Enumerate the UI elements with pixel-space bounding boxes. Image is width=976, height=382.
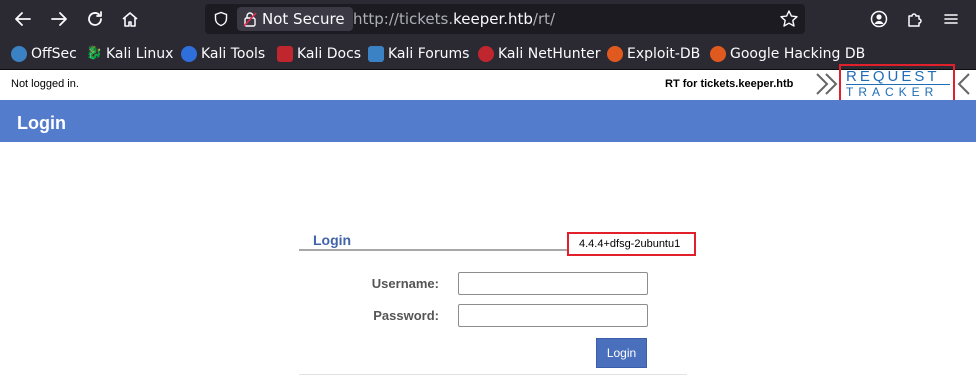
- rt-logo[interactable]: REQUEST TRACKER: [839, 64, 955, 103]
- puzzle-icon: [908, 13, 922, 27]
- kali-nethunter-icon: [478, 46, 494, 62]
- menu-button[interactable]: [938, 7, 964, 31]
- bookmark-kali-linux[interactable]: 🐉 Kali Linux: [86, 44, 173, 64]
- google-hacking-db-icon: [710, 46, 726, 62]
- logo-chevron-right-icon: [957, 73, 970, 95]
- login-form: Login 4.4.4+dfsg-2ubuntu1 Username: Pass…: [299, 230, 696, 380]
- arrow-left-icon: [15, 12, 31, 26]
- bookmark-label: Kali Docs: [297, 46, 362, 62]
- password-label: Password:: [373, 308, 439, 323]
- password-input[interactable]: [458, 304, 648, 327]
- kali-forums-icon: [368, 46, 384, 62]
- bookmark-label: Google Hacking DB: [730, 46, 866, 62]
- username-label: Username:: [371, 276, 439, 291]
- instance-label: RT for tickets.keeper.htb: [665, 78, 794, 90]
- url-text[interactable]: http://tickets.keeper.htb/rt/: [353, 10, 555, 28]
- back-button[interactable]: [10, 7, 36, 31]
- bookmark-label: Kali Forums: [388, 46, 470, 62]
- reload-button[interactable]: [82, 7, 108, 31]
- url-suffix: /rt/: [532, 10, 556, 28]
- account-button[interactable]: [866, 7, 892, 31]
- bookmark-offsec[interactable]: OffSec: [11, 44, 77, 64]
- bookmark-label: Kali NetHunter: [498, 46, 601, 62]
- address-bar[interactable]: Not Secure http://tickets.keeper.htb/rt/: [205, 4, 805, 34]
- version-badge: 4.4.4+dfsg-2ubuntu1: [567, 232, 696, 256]
- hamburger-icon: [944, 14, 958, 24]
- browser-toolbar: Not Secure http://tickets.keeper.htb/rt/: [0, 0, 976, 38]
- kali-docs-icon: [277, 46, 293, 62]
- bookmark-label: Kali Linux: [106, 46, 174, 62]
- kali-dragon-icon: 🐉: [86, 46, 103, 61]
- login-box-bottom-border: [299, 374, 687, 375]
- bookmark-kali-nethunter[interactable]: Kali NetHunter: [478, 44, 600, 64]
- login-button[interactable]: Login: [596, 338, 647, 368]
- login-heading: Login: [313, 232, 352, 248]
- url-prefix: http://tickets.: [353, 10, 454, 28]
- logo-chevron-left-icon: [816, 73, 838, 95]
- bookmark-exploit-db[interactable]: Exploit-DB: [607, 44, 700, 64]
- username-input[interactable]: [458, 272, 648, 295]
- bookmark-label: OffSec: [31, 46, 77, 62]
- bookmark-label: Exploit-DB: [627, 46, 701, 62]
- bookmark-star-icon[interactable]: [779, 9, 799, 29]
- insecure-lock-icon: [243, 12, 257, 27]
- forward-button[interactable]: [46, 7, 72, 31]
- shield-icon[interactable]: [213, 11, 229, 27]
- exploit-db-icon: [607, 46, 623, 62]
- bookmark-kali-tools[interactable]: Kali Tools: [181, 44, 265, 64]
- logo-request-text: REQUEST: [846, 68, 940, 85]
- bookmark-kali-forums[interactable]: Kali Forums: [368, 44, 469, 64]
- site-security-indicator[interactable]: Not Secure: [237, 7, 353, 31]
- bookmark-google-hacking-db[interactable]: Google Hacking DB: [710, 44, 865, 64]
- page-title-bar: Login: [0, 100, 976, 142]
- bookmark-kali-docs[interactable]: Kali Docs: [277, 44, 361, 64]
- bookmarks-toolbar: OffSec 🐉 Kali Linux Kali Tools Kali Docs…: [0, 38, 976, 70]
- bookmark-label: Kali Tools: [201, 46, 266, 62]
- page-title: Login: [17, 113, 66, 133]
- offsec-icon: [11, 46, 27, 62]
- arrow-right-icon: [51, 12, 67, 26]
- rt-header: Not logged in. RT for tickets.keeper.htb…: [0, 64, 976, 103]
- home-icon: [122, 12, 138, 27]
- kali-tools-icon: [181, 46, 197, 62]
- home-button[interactable]: [117, 7, 143, 31]
- logo-tracker-text: TRACKER: [846, 85, 939, 99]
- session-status: Not logged in.: [11, 78, 79, 90]
- account-icon: [870, 10, 888, 28]
- reload-icon: [88, 11, 102, 26]
- url-host: keeper.htb: [453, 10, 533, 28]
- extensions-button[interactable]: [902, 7, 928, 31]
- security-label: Not Secure: [262, 10, 345, 28]
